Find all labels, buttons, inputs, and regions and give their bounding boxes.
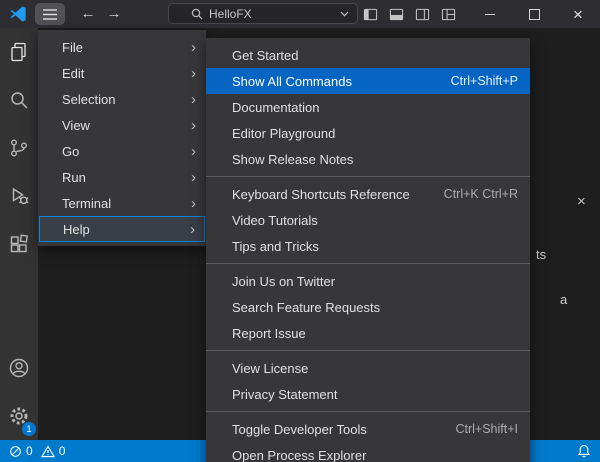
toggle-primary-sidebar-icon[interactable] [363, 7, 378, 22]
menu-separator [206, 411, 530, 412]
search-value: HelloFX [209, 7, 252, 21]
submenu-chevron-icon: › [191, 118, 196, 133]
customize-layout-icon[interactable] [441, 7, 456, 22]
menu-item-help[interactable]: Help › [39, 216, 205, 242]
help-submenu: Get Started Show All Commands Ctrl+Shift… [206, 38, 530, 462]
submenu-chevron-icon: › [191, 92, 196, 107]
menu-item-go[interactable]: Go › [38, 138, 206, 164]
command-center-search[interactable]: HelloFX [168, 3, 358, 24]
menu-item-file[interactable]: File › [38, 34, 206, 60]
hamburger-menu-icon[interactable] [35, 3, 65, 25]
navigate-forward-icon[interactable]: → [101, 0, 127, 28]
menu-item-terminal[interactable]: Terminal › [38, 190, 206, 216]
submenu-item-search-feature-requests[interactable]: Search Feature Requests [206, 294, 530, 320]
menu-item-edit[interactable]: Edit › [38, 60, 206, 86]
window-maximize-button[interactable] [512, 0, 556, 28]
notification-close-icon[interactable]: × [577, 193, 586, 210]
submenu-item-report-issue[interactable]: Report Issue [206, 320, 530, 346]
menu-separator [206, 176, 530, 177]
toggle-panel-icon[interactable] [389, 7, 404, 22]
explorer-icon[interactable] [0, 28, 38, 76]
submenu-item-show-all-commands[interactable]: Show All Commands Ctrl+Shift+P [206, 68, 530, 94]
submenu-item-privacy-statement[interactable]: Privacy Statement [206, 381, 530, 407]
submenu-item-documentation[interactable]: Documentation [206, 94, 530, 120]
menu-shortcut: Ctrl+Shift+I [455, 422, 518, 436]
submenu-item-open-process-explorer[interactable]: Open Process Explorer [206, 442, 530, 462]
warning-count: 0 [59, 444, 66, 458]
submenu-chevron-icon: › [191, 196, 196, 211]
vscode-window: × ts a ← → HelloFX [0, 0, 600, 462]
settings-badge: 1 [22, 422, 36, 436]
notifications-bell[interactable] [577, 444, 591, 458]
submenu-item-tips-and-tricks[interactable]: Tips and Tricks [206, 233, 530, 259]
submenu-item-toggle-developer-tools[interactable]: Toggle Developer Tools Ctrl+Shift+I [206, 416, 530, 442]
submenu-chevron-icon: › [191, 144, 196, 159]
menu-separator [206, 350, 530, 351]
submenu-chevron-icon: › [191, 170, 196, 185]
source-control-icon[interactable] [0, 124, 38, 172]
run-debug-icon[interactable] [0, 172, 38, 220]
submenu-item-video-tutorials[interactable]: Video Tutorials [206, 207, 530, 233]
account-icon[interactable] [0, 344, 38, 392]
warning-icon [41, 445, 55, 458]
window-minimize-button[interactable] [468, 0, 512, 28]
menu-item-selection[interactable]: Selection › [38, 86, 206, 112]
problems-indicator[interactable]: 0 0 [9, 444, 65, 458]
submenu-item-get-started[interactable]: Get Started [206, 42, 530, 68]
toggle-secondary-sidebar-icon[interactable] [415, 7, 430, 22]
menu-item-view[interactable]: View › [38, 112, 206, 138]
error-count: 0 [26, 444, 33, 458]
submenu-item-editor-playground[interactable]: Editor Playground [206, 120, 530, 146]
navigate-back-icon[interactable]: ← [75, 0, 101, 28]
submenu-item-keyboard-shortcuts-reference[interactable]: Keyboard Shortcuts Reference Ctrl+K Ctrl… [206, 181, 530, 207]
submenu-item-show-release-notes[interactable]: Show Release Notes [206, 146, 530, 172]
bell-icon [577, 444, 591, 458]
vscode-logo-icon [9, 5, 27, 23]
activity-bar: 1 [0, 28, 38, 440]
submenu-item-join-us-on-twitter[interactable]: Join Us on Twitter [206, 268, 530, 294]
editor-text-fragment: ts [536, 247, 546, 262]
search-icon [191, 8, 203, 20]
titlebar-controls: × [363, 0, 600, 28]
window-close-button[interactable]: × [556, 0, 600, 28]
error-icon [9, 445, 22, 458]
extensions-icon[interactable] [0, 220, 38, 268]
menu-item-run[interactable]: Run › [38, 164, 206, 190]
menu-shortcut: Ctrl+Shift+P [451, 74, 518, 88]
menu-shortcut: Ctrl+K Ctrl+R [444, 187, 518, 201]
title-bar: ← → HelloFX [0, 0, 600, 28]
chevron-down-icon [340, 11, 349, 17]
menu-separator [206, 263, 530, 264]
settings-gear-icon[interactable]: 1 [0, 392, 38, 440]
search-sidebar-icon[interactable] [0, 76, 38, 124]
submenu-item-view-license[interactable]: View License [206, 355, 530, 381]
close-icon: × [573, 6, 583, 23]
submenu-chevron-icon: › [191, 40, 196, 55]
submenu-chevron-icon: › [190, 222, 195, 237]
application-menu: File › Edit › Selection › View › Go › Ru… [38, 30, 206, 246]
submenu-chevron-icon: › [191, 66, 196, 81]
editor-text-fragment: a [560, 292, 567, 307]
